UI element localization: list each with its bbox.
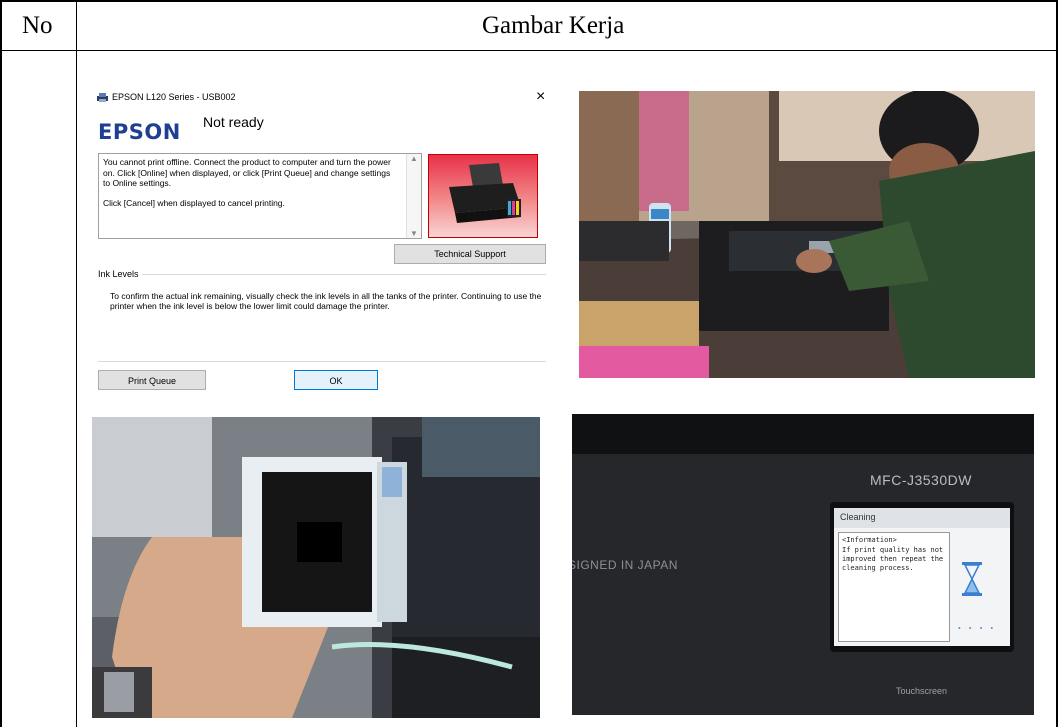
dialog-title: EPSON L120 Series - USB002 [112, 92, 236, 102]
technical-support-button[interactable]: Technical Support [394, 244, 546, 264]
scroll-up-icon[interactable]: ▲ [410, 154, 418, 163]
photo-technician-repair [579, 91, 1035, 378]
printer-brand-text: SIGNED IN JAPAN [572, 558, 678, 572]
printer-app-icon [97, 93, 108, 102]
touchscreen-label: Touchscreen [896, 686, 948, 696]
ink-levels-group: Ink Levels To confirm the actual ink rem… [98, 269, 546, 362]
printer-status: Not ready [203, 114, 264, 130]
table-header-divider [0, 50, 1058, 51]
close-icon[interactable]: × [536, 88, 545, 106]
scroll-down-icon[interactable]: ▼ [410, 229, 418, 238]
printer-model-label: MFC-J3530DW [870, 472, 972, 488]
table-column-divider [76, 0, 77, 727]
lcd-screen: Cleaning <Information> If print quality … [830, 502, 1014, 652]
hand-photo-image [92, 417, 540, 718]
ok-button[interactable]: OK [294, 370, 378, 390]
header-no: No [22, 12, 53, 39]
lcd-title: Cleaning [840, 512, 876, 522]
hourglass-icon [962, 562, 982, 596]
lcd-info-box: <Information> If print quality has not i… [838, 532, 950, 642]
table-border-top [0, 0, 1058, 2]
message-scrollbar[interactable]: ▲ ▼ [406, 154, 421, 238]
printer-image [428, 154, 538, 238]
printer-illustration-icon [449, 163, 521, 223]
ink-levels-text: To confirm the actual ink remaining, vis… [110, 291, 542, 311]
message-box: You cannot print offline. Connect the pr… [98, 153, 422, 239]
technician-photo-image [579, 91, 1035, 378]
photo-hand-holding-part [92, 417, 540, 718]
lcd-info-text: If print quality has not improved then r… [842, 546, 944, 572]
message-cancel: Click [Cancel] when displayed to cancel … [103, 197, 285, 208]
epson-status-dialog: EPSON L120 Series - USB002 × EPSON Not r… [86, 86, 556, 390]
photo-printer-control-panel: MFC-J3530DW SIGNED IN JAPAN Cleaning <In… [572, 414, 1034, 715]
lcd-progress-dots: • • • • [958, 624, 997, 633]
table-border-left [0, 0, 2, 727]
epson-logo: EPSON [98, 120, 181, 144]
message-offline: You cannot print offline. Connect the pr… [103, 157, 391, 188]
header-title: Gambar Kerja [482, 12, 625, 39]
print-queue-button[interactable]: Print Queue [98, 370, 206, 390]
lcd-info-header: <Information> [842, 536, 897, 544]
ink-levels-label: Ink Levels [98, 269, 142, 279]
